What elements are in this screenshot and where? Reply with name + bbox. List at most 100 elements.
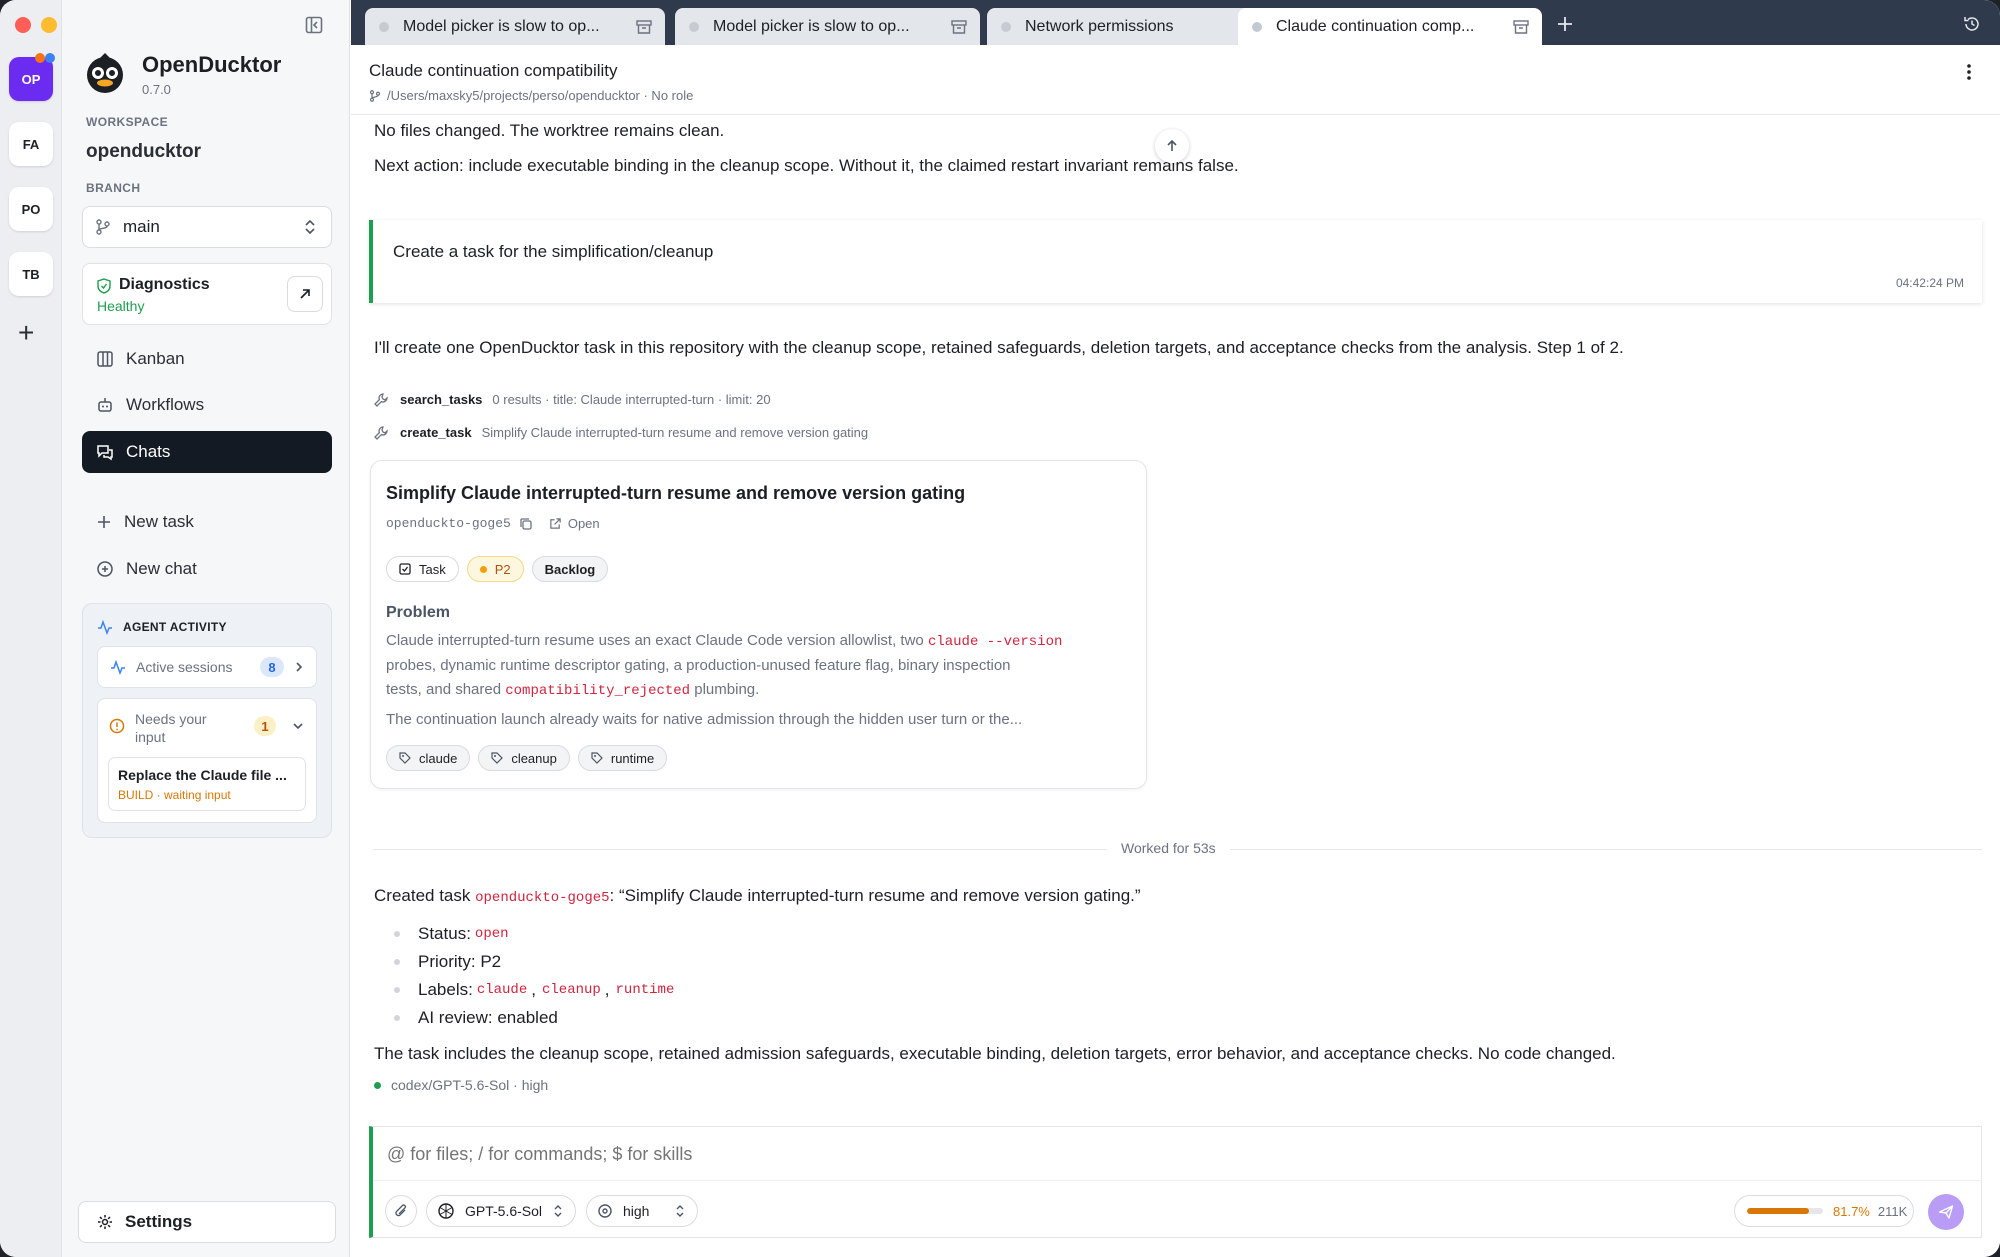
send-button[interactable]	[1928, 1194, 1964, 1230]
tag-icon	[491, 752, 504, 764]
settings-button[interactable]: Settings	[78, 1201, 336, 1243]
assistant-message: I'll create one OpenDucktor task in this…	[374, 338, 1624, 357]
alert-circle-icon	[109, 718, 125, 734]
model-select[interactable]: GPT-5.6-Sol	[426, 1195, 576, 1227]
message-input[interactable]	[387, 1137, 1947, 1171]
new-task-button[interactable]: New task	[82, 501, 332, 543]
nav-chats[interactable]: Chats	[82, 431, 332, 473]
tool-call-create-task[interactable]: create_task Simplify Claude interrupted-…	[374, 425, 868, 440]
sidebar: OpenDucktor 0.7.0 WORKSPACE openducktor …	[62, 0, 350, 1257]
task-card-title: Simplify Claude interrupted-turn resume …	[386, 483, 966, 503]
tag-cleanup: cleanup	[478, 745, 570, 771]
workspace-name: openducktor	[86, 141, 202, 162]
more-vertical-icon	[1967, 64, 1971, 80]
context-progress-bar	[1747, 1208, 1823, 1214]
effort-select[interactable]: high	[586, 1195, 698, 1227]
branch-select[interactable]: main	[82, 206, 332, 248]
attach-button[interactable]	[385, 1195, 417, 1227]
nav-workflows[interactable]: Workflows	[82, 384, 332, 426]
new-tab-button[interactable]	[1555, 14, 1575, 39]
context-tokens: 211K	[1877, 1203, 1908, 1219]
status-badge: Backlog	[531, 556, 609, 582]
archive-icon[interactable]	[633, 19, 655, 34]
chat-header: Claude continuation compatibility /Users…	[351, 45, 2000, 115]
archive-icon[interactable]	[948, 19, 970, 34]
checkbox-icon	[399, 563, 411, 575]
tab-model-picker-2[interactable]: Model picker is slow to op...	[675, 8, 980, 45]
tab-claude-continuation[interactable]: Claude continuation comp...	[1238, 8, 1542, 45]
list-item: Labels: claude, cleanup, runtime	[394, 976, 674, 1004]
active-sessions-row[interactable]: Active sessions 8	[97, 646, 317, 688]
divider	[373, 1180, 1982, 1181]
context-progress-fill	[1747, 1208, 1810, 1214]
openai-icon	[438, 1203, 454, 1219]
send-icon	[1938, 1205, 1954, 1219]
activity-icon	[98, 619, 112, 635]
app-name: OpenDucktor	[142, 52, 282, 77]
context-percent: 81.7%	[1833, 1203, 1870, 1219]
list-item: Priority: P2	[394, 948, 674, 976]
git-branch-icon	[96, 219, 110, 235]
diagnostics-status: Healthy	[97, 298, 145, 314]
created-task-id[interactable]: openduckto-goge5	[475, 890, 609, 906]
needs-input-item[interactable]: Replace the Claude file ... BUILD · wait…	[108, 757, 306, 811]
workspace-label: WORKSPACE	[86, 115, 169, 129]
summary-paragraph: The task includes the cleanup scope, ret…	[374, 1044, 1616, 1063]
chevron-down-icon	[293, 723, 303, 730]
branch-label: BRANCH	[86, 181, 141, 195]
new-chat-icon	[97, 561, 113, 577]
needs-input-count: 1	[254, 716, 276, 736]
workspace-button-fa[interactable]: FA	[9, 122, 53, 166]
task-card[interactable]: Simplify Claude interrupted-turn resume …	[370, 460, 1147, 789]
active-sessions-count: 8	[260, 657, 284, 677]
workspace-button-op[interactable]: OP	[9, 53, 55, 101]
workspace-rail: OP FA PO TB +	[0, 0, 83, 1257]
chats-icon	[97, 445, 113, 461]
model-footer: codex/GPT-5.6-Sol · high	[374, 1077, 548, 1093]
activity-icon	[111, 659, 125, 675]
scroll-to-top-button[interactable]	[1155, 129, 1189, 163]
chevron-right-icon	[296, 662, 303, 672]
chevron-updown-icon	[305, 219, 315, 235]
copy-icon[interactable]	[519, 517, 533, 531]
priority-badge: P2	[466, 556, 524, 582]
open-diagnostics-button[interactable]	[287, 276, 323, 312]
close-window-button[interactable]	[15, 17, 31, 33]
history-icon	[1964, 17, 1979, 31]
chat-transcript[interactable]: No files changed. The worktree remains c…	[351, 115, 2000, 1125]
tag-icon	[399, 752, 411, 764]
workspace-button-tb[interactable]: TB	[9, 252, 53, 296]
previous-message-line: No files changed. The worktree remains c…	[374, 121, 725, 140]
plus-icon	[98, 516, 110, 528]
arrow-up-right-icon	[300, 289, 310, 299]
more-menu-button[interactable]	[1966, 63, 1972, 86]
workflows-icon	[98, 398, 112, 412]
tab-model-picker-1[interactable]: Model picker is slow to op...	[365, 8, 665, 45]
new-chat-button[interactable]: New chat	[82, 548, 332, 590]
minimize-window-button[interactable]	[41, 17, 57, 33]
tab-status-dot	[1252, 21, 1262, 32]
collapse-sidebar-icon[interactable]	[305, 16, 323, 39]
tool-call-search-tasks[interactable]: search_tasks 0 results · title: Claude i…	[374, 392, 771, 407]
gear-icon	[98, 1215, 112, 1229]
problem-description-more: The continuation launch already waits fo…	[386, 711, 1023, 728]
nav-kanban[interactable]: Kanban	[82, 338, 332, 380]
add-workspace-button[interactable]: +	[18, 318, 34, 348]
list-item: AI review: enabled	[394, 1004, 674, 1032]
list-item: Status: open	[394, 920, 674, 948]
workspace-button-po[interactable]: PO	[9, 187, 53, 231]
open-task-link[interactable]: Open	[568, 516, 600, 531]
app-logo	[82, 50, 128, 101]
needs-input-group[interactable]: Needs your input 1 Replace the Claude fi…	[97, 698, 317, 823]
agent-activity-title: AGENT ACTIVITY	[123, 620, 227, 634]
external-link-icon	[550, 518, 561, 529]
previous-message-line: Next action: include executable binding …	[374, 156, 1239, 175]
tag-icon	[591, 752, 603, 764]
diagnostics-card: Diagnostics Healthy	[82, 263, 332, 325]
tab-status-dot	[379, 21, 389, 32]
task-id: openduckto-goge5	[386, 516, 511, 531]
tag-runtime: runtime	[577, 745, 668, 771]
problem-description: Claude interrupted-turn resume uses an e…	[386, 632, 1063, 699]
archive-icon[interactable]	[1510, 19, 1532, 34]
history-button[interactable]	[1963, 15, 1981, 38]
